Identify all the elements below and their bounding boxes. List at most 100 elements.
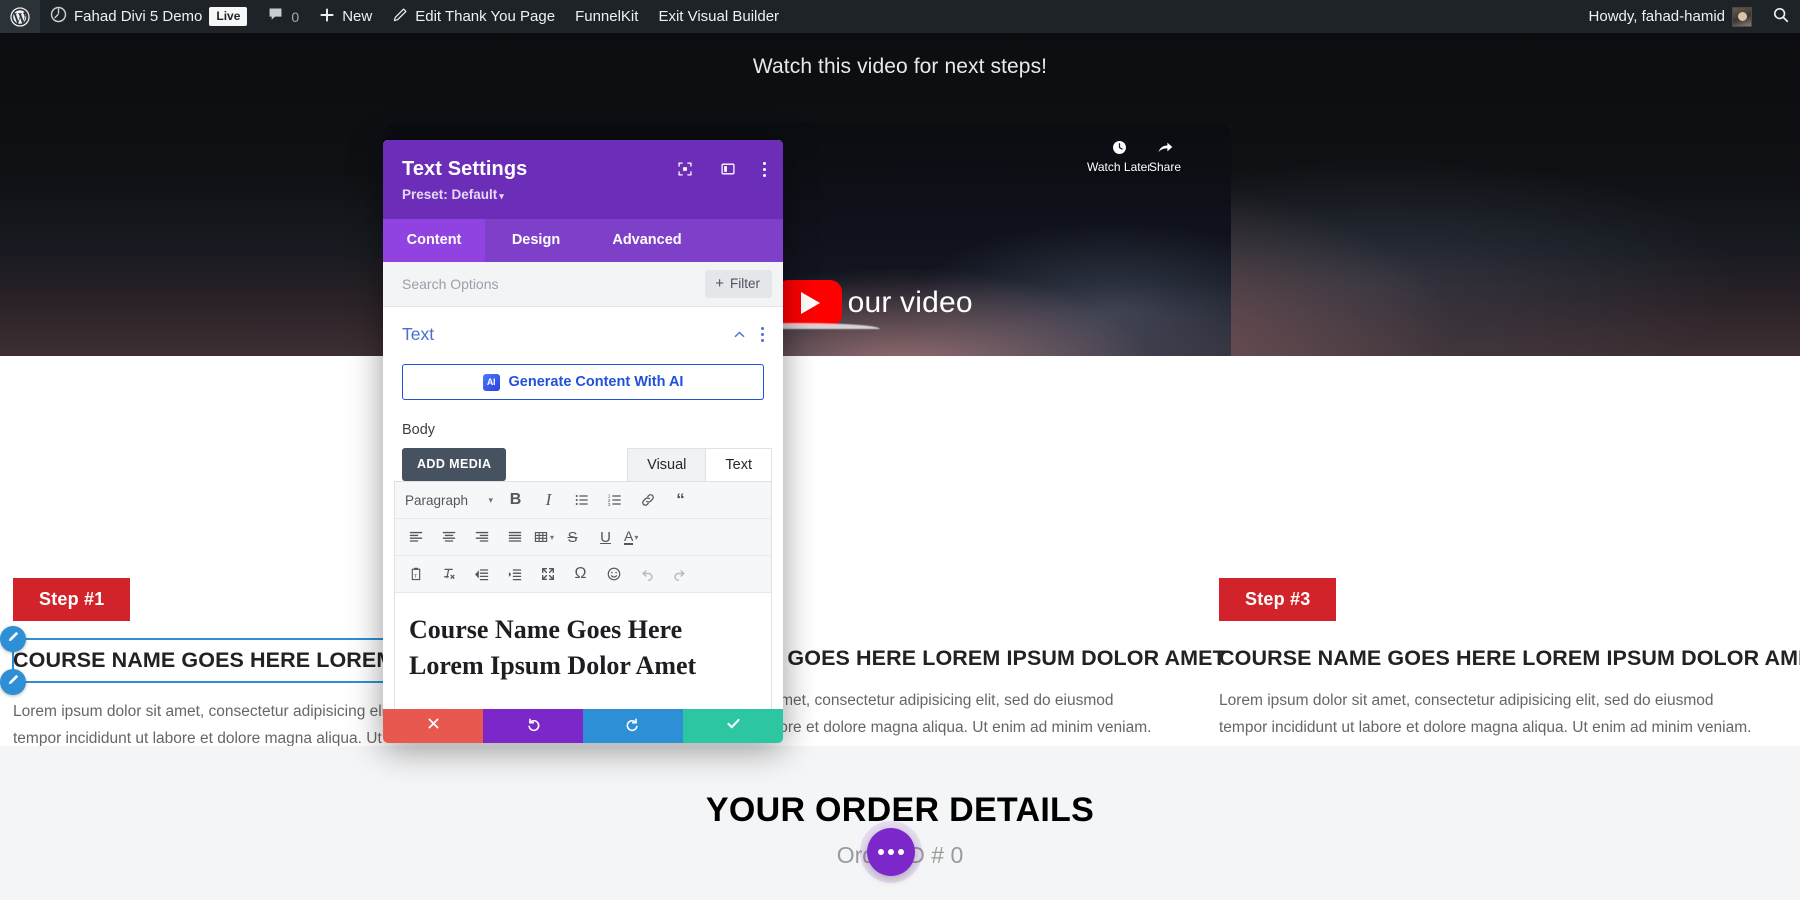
emoji-button[interactable] <box>597 560 630 588</box>
youtube-play-button[interactable] <box>775 280 842 326</box>
wp-logo-menu[interactable] <box>0 0 40 33</box>
search-button[interactable] <box>1762 0 1800 33</box>
watch-later-button[interactable]: Watch Later <box>1087 139 1151 174</box>
text-color-button[interactable]: A ▾ <box>622 523 640 551</box>
outdent-button[interactable] <box>465 560 498 588</box>
bullet-list-button[interactable] <box>565 486 598 514</box>
exit-visual-builder-link[interactable]: Exit Visual Builder <box>648 0 789 33</box>
modal-footer-actions <box>383 709 783 743</box>
tab-content[interactable]: Content <box>383 219 485 262</box>
modal-body: Text AI Generate Content With AI Body AD… <box>383 307 783 709</box>
chevron-up-icon[interactable] <box>732 327 747 342</box>
save-button[interactable] <box>683 709 783 743</box>
editor-toolbar-top: ADD MEDIA Visual Text <box>402 448 772 481</box>
numbered-list-button[interactable]: 123 <box>598 486 631 514</box>
table-button[interactable]: ▾ <box>531 523 556 551</box>
undo-arrow-icon <box>525 716 541 737</box>
editor-mode-tabs: Visual Text <box>627 448 772 481</box>
filter-label: Filter <box>730 276 760 291</box>
clock-icon <box>1111 139 1128 156</box>
new-content-menu[interactable]: New <box>309 0 382 33</box>
share-button[interactable]: Share <box>1149 139 1181 174</box>
redo-button[interactable] <box>583 709 683 743</box>
modal-header: Text Settings Preset: Default ▾ <box>383 140 783 219</box>
hero-video-section: Watch this video for next steps! Watch L… <box>0 33 1800 356</box>
add-media-button[interactable]: ADD MEDIA <box>402 448 507 481</box>
site-name-label: Fahad Divi 5 Demo <box>74 8 203 25</box>
dashboard-icon <box>50 6 67 27</box>
section-text-label: Text <box>402 324 435 344</box>
clear-formatting-button[interactable] <box>432 560 465 588</box>
modal-search-bar: + Filter <box>383 262 783 307</box>
format-select[interactable]: Paragraph ▾ <box>399 487 499 513</box>
modal-header-actions <box>677 161 766 177</box>
italic-button[interactable]: I <box>532 486 565 514</box>
modal-overflow-menu-icon[interactable] <box>763 161 766 177</box>
wp-admin-bar: Fahad Divi 5 Demo Live 0 New Edit Thank … <box>0 0 1800 33</box>
section-overflow-menu-icon[interactable] <box>761 327 764 342</box>
site-name-menu[interactable]: Fahad Divi 5 Demo Live <box>40 0 257 33</box>
blockquote-button[interactable]: “ <box>664 486 697 514</box>
plus-icon: + <box>715 274 724 292</box>
bold-button[interactable]: B <box>499 486 532 514</box>
editor-tab-text[interactable]: Text <box>705 448 772 481</box>
chevron-down-icon: ▾ <box>488 494 493 505</box>
ai-badge-icon: AI <box>482 373 500 391</box>
editor-content-area[interactable]: Course Name Goes Here Lorem Ipsum Dolor … <box>395 593 771 709</box>
chevron-down-icon: ▾ <box>499 191 504 201</box>
funnelkit-menu[interactable]: FunnelKit <box>565 0 648 33</box>
divi-builder-fab[interactable] <box>867 828 915 876</box>
cancel-button[interactable] <box>383 709 483 743</box>
align-left-button[interactable] <box>399 523 432 551</box>
align-center-button[interactable] <box>432 523 465 551</box>
paste-as-text-button[interactable]: T <box>399 560 432 588</box>
step-body-text: Lorem ipsum dolor sit amet, consectetur … <box>1219 692 1752 736</box>
redo-arrow-icon <box>625 716 641 737</box>
svg-text:3: 3 <box>607 502 610 508</box>
format-select-value: Paragraph <box>405 492 469 508</box>
preset-label: Preset: Default <box>402 187 498 202</box>
comments-menu[interactable]: 0 <box>257 0 309 33</box>
align-right-button[interactable] <box>465 523 498 551</box>
section-header-text[interactable]: Text <box>383 307 783 354</box>
tab-advanced[interactable]: Advanced <box>587 219 707 262</box>
link-button[interactable] <box>631 486 664 514</box>
order-details-section: YOUR ORDER DETAILS Order ID # 0 <box>0 746 1800 900</box>
panel-layout-icon[interactable] <box>720 161 736 177</box>
search-options-input[interactable] <box>402 276 652 292</box>
redo-button[interactable] <box>663 560 696 588</box>
special-character-button[interactable]: Ω <box>564 560 597 588</box>
module-edit-handle-top[interactable] <box>0 626 26 652</box>
editor-toolbar-row-3: T Ω <box>395 556 771 593</box>
comment-bubble-icon <box>267 6 284 27</box>
editor-tab-visual[interactable]: Visual <box>627 448 707 481</box>
focus-mode-icon[interactable] <box>677 161 693 177</box>
edit-page-link[interactable]: Edit Thank You Page <box>382 0 565 33</box>
video-title-after: our video <box>847 286 973 319</box>
share-label: Share <box>1149 160 1182 174</box>
dot <box>898 849 904 855</box>
pencil-icon <box>392 7 408 27</box>
wordpress-logo-icon <box>10 6 30 27</box>
fullscreen-button[interactable] <box>531 560 564 588</box>
step-column-3: Step #3 COURSE NAME GOES HERE LOREM IPSU… <box>1200 356 1800 746</box>
tab-design[interactable]: Design <box>485 219 587 262</box>
filter-button[interactable]: + Filter <box>705 270 772 298</box>
strikethrough-button[interactable]: S <box>556 523 589 551</box>
exit-builder-label: Exit Visual Builder <box>658 8 780 25</box>
watch-later-label: Watch Later <box>1087 160 1152 174</box>
new-label: New <box>342 8 373 25</box>
plus-icon <box>319 7 335 27</box>
align-justify-button[interactable] <box>498 523 531 551</box>
module-edit-handle-bottom[interactable] <box>0 669 26 695</box>
indent-button[interactable] <box>498 560 531 588</box>
my-account-menu[interactable]: Howdy, fahad-hamid <box>1579 0 1762 33</box>
undo-button[interactable] <box>630 560 663 588</box>
generate-content-with-ai-button[interactable]: AI Generate Content With AI <box>402 364 764 400</box>
step-badge: Step #3 <box>1219 578 1337 621</box>
search-icon <box>1772 6 1790 28</box>
underline-button[interactable]: U <box>589 523 622 551</box>
play-triangle-icon <box>800 292 820 314</box>
undo-button[interactable] <box>483 709 583 743</box>
preset-selector[interactable]: Preset: Default ▾ <box>402 187 504 202</box>
